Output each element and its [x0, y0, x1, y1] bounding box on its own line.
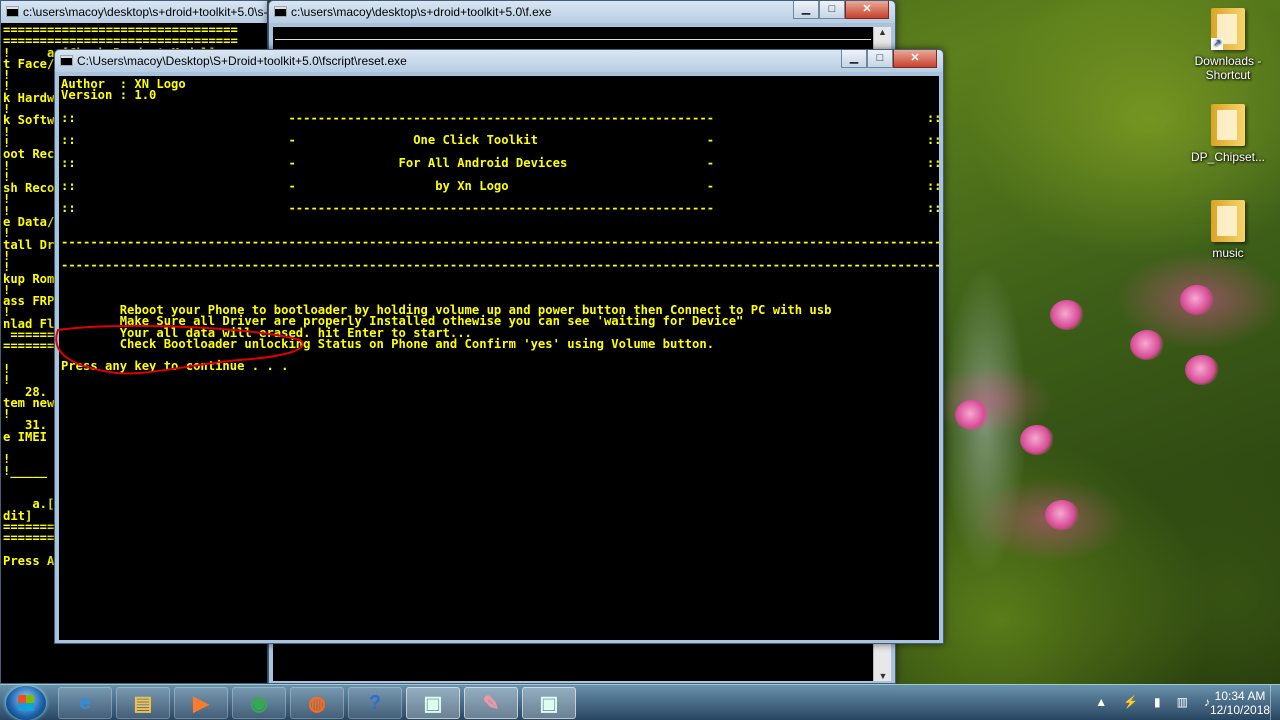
start-button[interactable]	[6, 686, 46, 720]
console-icon	[6, 6, 19, 17]
main-line: ----------------------------------------…	[61, 235, 939, 250]
chrome-icon: ◉	[250, 692, 268, 715]
desktop-icon-music[interactable]: music	[1188, 200, 1268, 260]
taskbar-button[interactable]: ?	[348, 687, 402, 719]
main-line	[61, 282, 939, 293]
desktop-icon-label: Shortcut	[1205, 68, 1251, 82]
scroll-down-icon[interactable]: ▼	[874, 671, 892, 681]
main-line: Check Bootloader unlocking Status on Pho…	[61, 336, 715, 351]
scroll-up-icon[interactable]: ▲	[874, 27, 891, 37]
help-icon: ?	[368, 691, 382, 714]
flower	[1050, 300, 1084, 330]
minimize-button[interactable]: ▁	[841, 50, 867, 68]
window-title: c:\users\macoy\desktop\s+droid+toolkit+5…	[291, 5, 552, 19]
flower	[1130, 330, 1164, 360]
desktop-icon-downloads-shortcut[interactable]: ↗ Downloads - Shortcut	[1188, 8, 1268, 82]
maximize-button[interactable]: □	[867, 50, 893, 68]
close-button[interactable]: ✕	[893, 50, 937, 68]
paint-icon: ✎	[482, 692, 500, 715]
window-titlebar[interactable]: c:\users\macoy\desktop\s+droid+toolkit+5…	[1, 1, 267, 23]
main-line: :: - by Xn Logo - ::	[61, 178, 939, 193]
console-app-icon: ▣	[423, 692, 443, 715]
main-line: :: -------------------------------------…	[61, 110, 939, 125]
console-icon	[60, 55, 73, 66]
media-player-icon: ▶	[193, 692, 209, 715]
window-title: c:\users\macoy\desktop\s+droid+toolkit+5…	[23, 5, 267, 19]
main-line: :: - One Click Toolkit - ::	[61, 133, 939, 148]
maximize-button[interactable]: □	[819, 1, 845, 19]
main-line: Press any key to continue . . .	[61, 359, 289, 374]
taskbar-button[interactable]: ▶	[174, 687, 228, 719]
taskbar-button[interactable]: ◉	[232, 687, 286, 719]
show-desktop-button[interactable]	[1270, 685, 1280, 720]
folder-icon	[1211, 104, 1245, 146]
taskbar-button[interactable]: ▣	[406, 687, 460, 719]
main-line: Author : XN Logo	[61, 77, 186, 91]
clock-date: 12/10/2018	[1210, 703, 1271, 717]
taskbar-button[interactable]: ◍	[290, 687, 344, 719]
tray-icon[interactable]: ▮	[1154, 695, 1161, 709]
windows-logo-icon	[18, 695, 34, 711]
clock-time: 10:34 AM	[1214, 689, 1266, 703]
desktop-icon-label: music	[1212, 246, 1244, 260]
main-line: ----------------------------------------…	[61, 257, 939, 272]
tray-icon[interactable]: ▥	[1177, 695, 1188, 709]
taskbar-button[interactable]: e	[58, 687, 112, 719]
system-tray: ▲ ⚡ ▮ ▥ ♪	[1095, 695, 1210, 709]
taskbar-button[interactable]: ▣	[522, 687, 576, 719]
minimize-button[interactable]: ▁	[793, 1, 819, 19]
flower	[1180, 285, 1214, 315]
console-app-icon-2: ▣	[539, 692, 559, 715]
firefox-icon: ◍	[308, 692, 326, 715]
desktop-icon-label: Downloads -	[1194, 54, 1262, 68]
close-button[interactable]: ✕	[845, 1, 889, 19]
internet-explorer-icon: e	[79, 691, 91, 714]
flower	[955, 400, 989, 430]
main-line: Version : 1.0	[61, 88, 157, 103]
main-line: :: - For All Android Devices - ::	[61, 156, 939, 171]
taskbar: e ▤ ▶ ◉ ◍? ▣ ✎ ▣ ▲ ⚡ ▮ ▥ ♪ 10:34 AM 12/10/2018	[0, 684, 1280, 720]
flower	[1045, 500, 1079, 530]
folder-icon	[1211, 200, 1245, 242]
flower	[1185, 355, 1219, 385]
flower	[1020, 425, 1054, 455]
window-title: C:\Users\macoy\Desktop\S+Droid+toolkit+5…	[77, 54, 407, 68]
console-output: Author : XN Logo Version : 1.0 :: -------…	[59, 76, 939, 640]
taskbar-button[interactable]: ✎	[464, 687, 518, 719]
file-explorer-icon: ▤	[133, 692, 153, 715]
console-window-reset-exe[interactable]: C:\Users\macoy\Desktop\S+Droid+toolkit+5…	[54, 49, 944, 644]
tray-icon[interactable]: ⚡	[1123, 695, 1138, 709]
window-titlebar[interactable]: c:\users\macoy\desktop\s+droid+toolkit+5…	[269, 1, 895, 23]
desktop-icon-dp-chipset[interactable]: DP_Chipset...	[1188, 104, 1268, 164]
main-line	[61, 215, 939, 226]
window-titlebar[interactable]: C:\Users\macoy\Desktop\S+Droid+toolkit+5…	[55, 50, 943, 72]
desktop-icon-label: DP_Chipset...	[1190, 150, 1266, 164]
console-icon	[274, 6, 287, 17]
tray-icon[interactable]: ▲	[1095, 695, 1107, 709]
main-line: :: -------------------------------------…	[61, 201, 939, 216]
folder-shortcut-icon: ↗	[1211, 8, 1245, 50]
clock[interactable]: 10:34 AM 12/10/2018	[1210, 689, 1270, 717]
main-line	[61, 271, 939, 282]
taskbar-button[interactable]: ▤	[116, 687, 170, 719]
